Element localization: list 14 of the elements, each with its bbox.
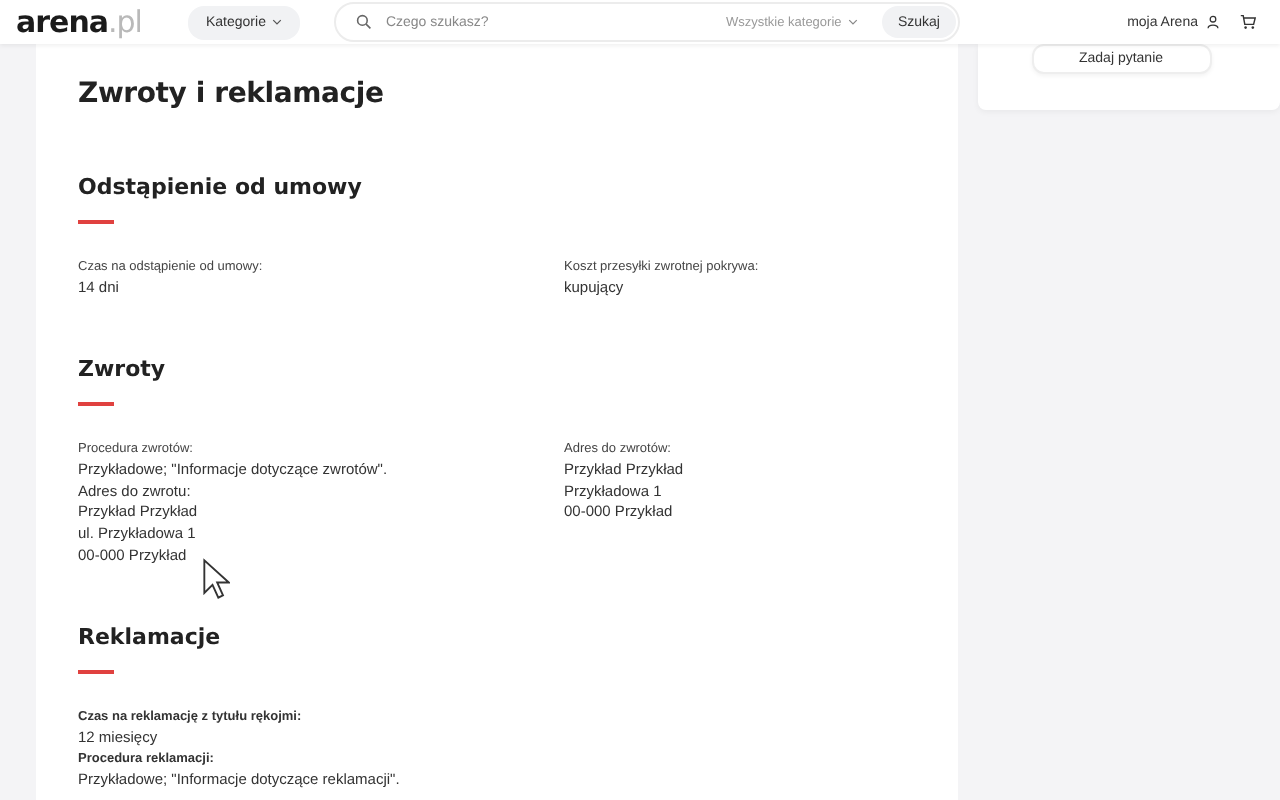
section-heading: Zwroty xyxy=(78,353,166,386)
accent-line xyxy=(78,220,114,224)
page-title: Zwroty i reklamacje xyxy=(78,76,386,114)
user-icon[interactable] xyxy=(1206,14,1220,30)
chevron-down-icon xyxy=(847,18,858,26)
accent-line xyxy=(78,669,114,674)
mouse-cursor-icon xyxy=(202,558,230,600)
chevron-down-icon xyxy=(271,18,282,26)
search-icon xyxy=(355,14,372,30)
section-heading: Reklamacje xyxy=(78,621,221,654)
section-heading: Odstąpienie od umowy xyxy=(78,172,362,204)
cart-icon[interactable] xyxy=(1240,14,1256,30)
logo[interactable]: arena.pl xyxy=(16,6,156,38)
accent-line xyxy=(78,401,114,406)
